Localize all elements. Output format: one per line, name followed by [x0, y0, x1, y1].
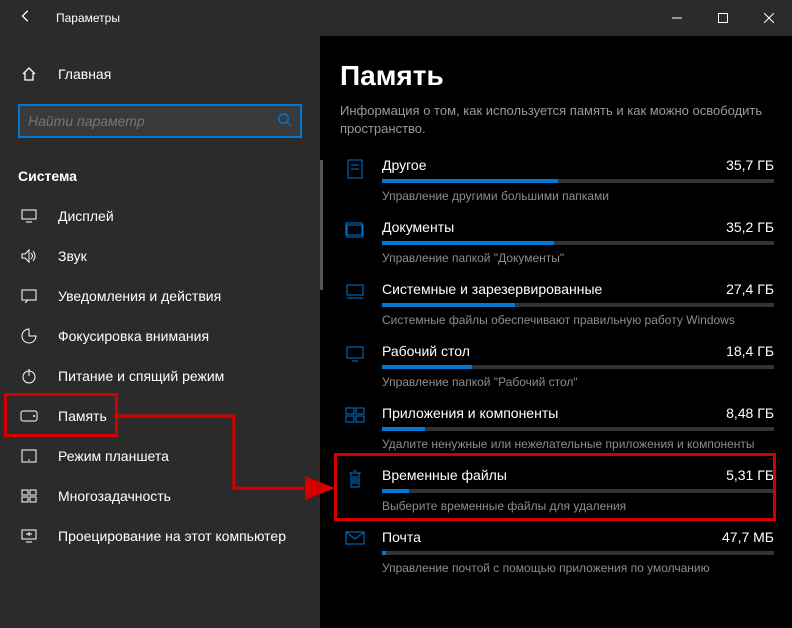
- window-controls: [654, 0, 792, 36]
- page-title: Память: [340, 60, 774, 92]
- storage-item-bar: [382, 365, 774, 369]
- display-icon: [18, 209, 40, 223]
- sidebar-item-label: Дисплей: [58, 208, 114, 224]
- sidebar-item-label: Режим планшета: [58, 448, 169, 464]
- focus-icon: [18, 328, 40, 344]
- desktop-icon: [340, 343, 370, 389]
- storage-item-desc: Управление почтой с помощью приложения п…: [382, 561, 774, 575]
- storage-item-bar: [382, 241, 774, 245]
- search-icon: [277, 112, 292, 131]
- notifications-icon: [18, 289, 40, 303]
- storage-list: Другое 35,7 ГБ Управление другими большими…: [340, 147, 774, 581]
- power-icon: [18, 368, 40, 384]
- storage-item-size: 35,7 ГБ: [726, 157, 774, 173]
- minimize-button[interactable]: [654, 0, 700, 36]
- storage-item-desktop[interactable]: Рабочий стол 18,4 ГБ Управление папкой "Ра…: [340, 333, 774, 395]
- close-button[interactable]: [746, 0, 792, 36]
- storage-item-size: 47,7 МБ: [722, 529, 774, 545]
- sidebar-item-label: Уведомления и действия: [58, 288, 221, 304]
- window-title: Параметры: [56, 11, 120, 25]
- back-button[interactable]: [12, 9, 40, 27]
- sidebar-item-sound[interactable]: Звук: [0, 236, 320, 276]
- sidebar-item-storage[interactable]: Память: [0, 396, 320, 436]
- other-icon: [340, 157, 370, 203]
- storage-item-bar: [382, 427, 774, 431]
- storage-item-documents[interactable]: Документы 35,2 ГБ Управление папкой "Докум…: [340, 209, 774, 271]
- storage-item-name: Рабочий стол: [382, 343, 470, 359]
- sidebar-item-label: Многозадачность: [58, 488, 171, 504]
- storage-item-size: 8,48 ГБ: [726, 405, 774, 421]
- temp-icon: [340, 467, 370, 513]
- apps-icon: [340, 405, 370, 451]
- scrollbar[interactable]: [320, 160, 323, 290]
- page-intro: Информация о том, как используется памят…: [340, 102, 774, 137]
- storage-item-bar: [382, 489, 774, 493]
- storage-item-desc: Удалите ненужные или нежелательные прило…: [382, 437, 774, 451]
- storage-item-bar: [382, 551, 774, 555]
- sidebar-item-project[interactable]: Проецирование на этот компьютер: [0, 516, 320, 556]
- sidebar-item-power[interactable]: Питание и спящий режим: [0, 356, 320, 396]
- storage-item-desc: Управление папкой "Рабочий стол": [382, 375, 774, 389]
- storage-item-name: Документы: [382, 219, 454, 235]
- storage-item-desc: Выберите временные файлы для удаления: [382, 499, 774, 513]
- sidebar-item-focus[interactable]: Фокусировка внимания: [0, 316, 320, 356]
- search-input[interactable]: [28, 113, 271, 129]
- system-icon: [340, 281, 370, 327]
- storage-item-temp[interactable]: Временные файлы 5,31 ГБ Выберите временные…: [340, 457, 774, 519]
- sidebar-item-notifications[interactable]: Уведомления и действия: [0, 276, 320, 316]
- sidebar-item-display[interactable]: Дисплей: [0, 196, 320, 236]
- storage-item-desc: Управление другими большими папками: [382, 189, 774, 203]
- sidebar-item-label: Проецирование на этот компьютер: [58, 528, 286, 544]
- sidebar-item-label: Питание и спящий режим: [58, 368, 224, 384]
- storage-item-size: 5,31 ГБ: [726, 467, 774, 483]
- documents-icon: [340, 219, 370, 265]
- storage-icon: [18, 410, 40, 422]
- storage-item-size: 27,4 ГБ: [726, 281, 774, 297]
- project-icon: [18, 529, 40, 543]
- sidebar-home-label: Главная: [58, 66, 111, 82]
- storage-item-other[interactable]: Другое 35,7 ГБ Управление другими большими…: [340, 147, 774, 209]
- tablet-icon: [18, 449, 40, 463]
- sidebar-home[interactable]: Главная: [0, 54, 320, 94]
- home-icon: [18, 66, 40, 82]
- maximize-button[interactable]: [700, 0, 746, 36]
- sound-icon: [18, 249, 40, 263]
- sidebar-category: Система: [0, 156, 320, 196]
- mail-icon: [340, 529, 370, 575]
- storage-item-name: Системные и зарезервированные: [382, 281, 602, 297]
- sidebar: Главная Система Дисплей Звук Уведомления…: [0, 36, 320, 628]
- sidebar-item-label: Память: [58, 408, 107, 424]
- sidebar-item-label: Фокусировка внимания: [58, 328, 209, 344]
- storage-item-bar: [382, 179, 774, 183]
- titlebar: Параметры: [0, 0, 792, 36]
- search-input-wrap[interactable]: [18, 104, 302, 138]
- storage-item-name: Другое: [382, 157, 426, 173]
- storage-item-size: 35,2 ГБ: [726, 219, 774, 235]
- storage-item-name: Почта: [382, 529, 421, 545]
- storage-item-mail[interactable]: Почта 47,7 МБ Управление почтой с помощью …: [340, 519, 774, 581]
- storage-item-size: 18,4 ГБ: [726, 343, 774, 359]
- multitask-icon: [18, 489, 40, 503]
- sidebar-item-tablet[interactable]: Режим планшета: [0, 436, 320, 476]
- storage-item-desc: Системные файлы обеспечивают правильную …: [382, 313, 774, 327]
- storage-item-desc: Управление папкой "Документы": [382, 251, 774, 265]
- sidebar-item-label: Звук: [58, 248, 87, 264]
- sidebar-item-multitask[interactable]: Многозадачность: [0, 476, 320, 516]
- main-panel: Память Информация о том, как используетс…: [320, 36, 792, 628]
- storage-item-apps[interactable]: Приложения и компоненты 8,48 ГБ Удалите не…: [340, 395, 774, 457]
- storage-item-system[interactable]: Системные и зарезервированные 27,4 ГБ Сист…: [340, 271, 774, 333]
- storage-item-name: Приложения и компоненты: [382, 405, 558, 421]
- storage-item-name: Временные файлы: [382, 467, 507, 483]
- storage-item-bar: [382, 303, 774, 307]
